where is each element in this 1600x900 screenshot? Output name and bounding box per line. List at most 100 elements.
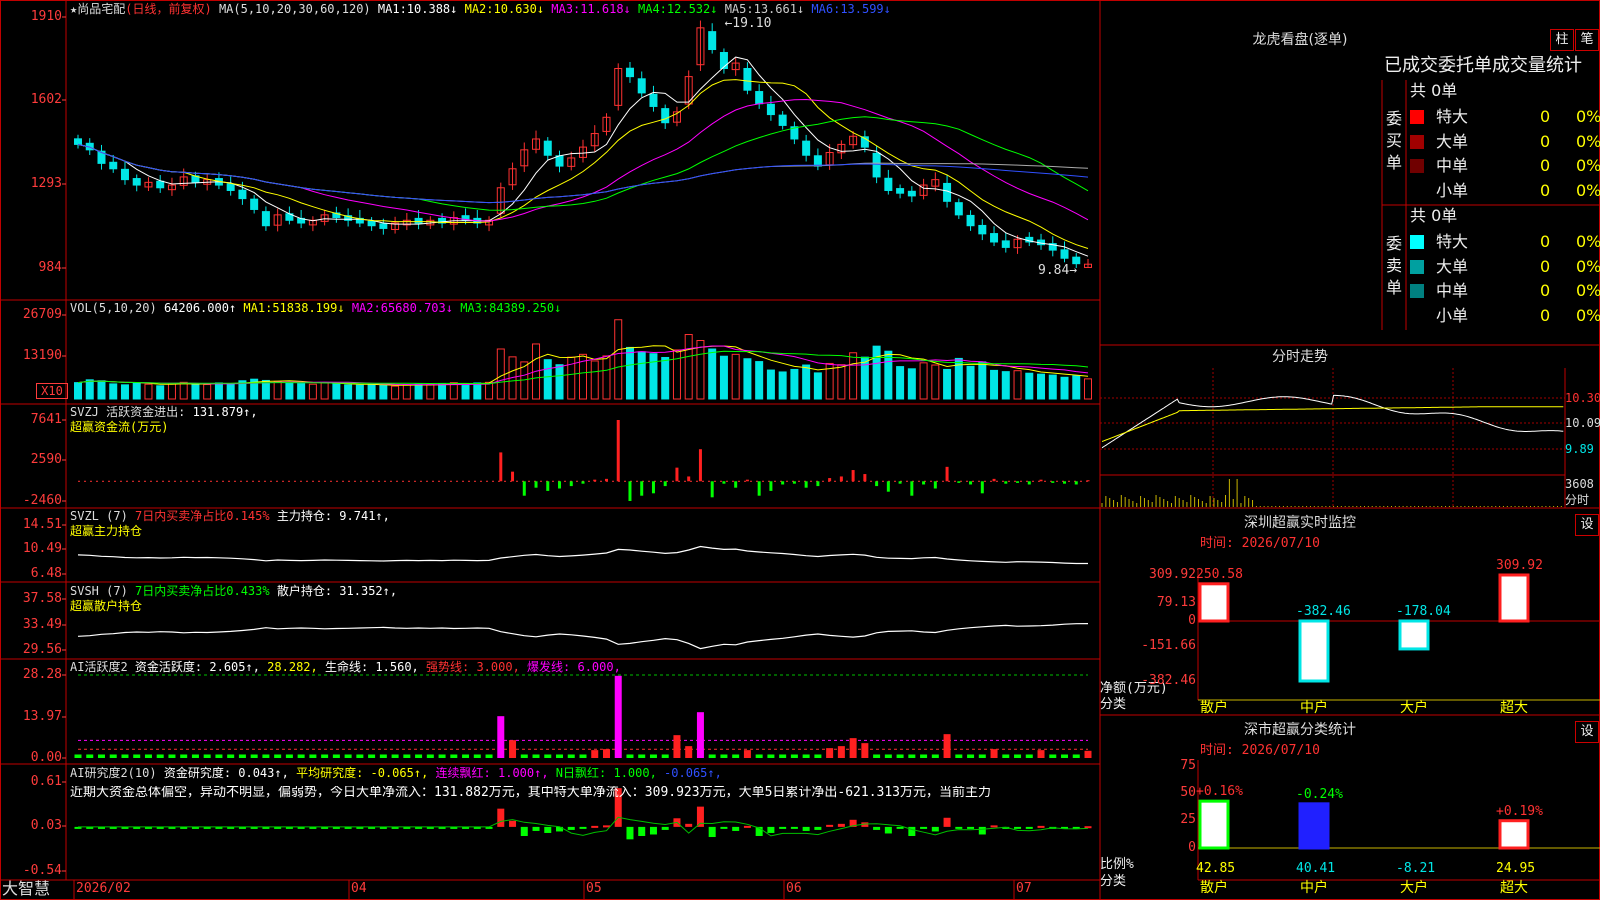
bar-view-button[interactable]: 柱 <box>1550 29 1574 51</box>
legend-swatch <box>1410 308 1424 323</box>
ai-active-bar <box>109 754 117 758</box>
ai-active-title: AI活跃度2 <box>70 660 128 674</box>
volume-bar <box>766 369 775 400</box>
ai-active-bar <box>250 754 258 758</box>
volume-bar <box>543 359 552 400</box>
intraday-price-tick: 9.89 <box>1565 442 1594 456</box>
candle-body <box>1060 249 1069 259</box>
tick-view-button[interactable]: 笔 <box>1575 29 1599 51</box>
volume-bar <box>625 346 634 400</box>
svzj-title: SVZJ 活跃资金进出: <box>70 405 186 419</box>
svzj-bar <box>663 481 667 487</box>
volume-bar <box>672 349 681 400</box>
sz-category-value: 40.41 <box>1296 861 1336 876</box>
sz-monitor-y-tick: -151.66 <box>1141 638 1196 653</box>
svzj-tick: 2590 <box>30 452 62 467</box>
ai-active-bar <box>415 754 423 758</box>
ai-active-bar <box>767 754 775 758</box>
volume-bar <box>308 383 317 400</box>
svsh-tick: 33.49 <box>22 617 62 632</box>
svzj-bar <box>581 481 585 484</box>
order-size-label: 中单 <box>1436 156 1469 175</box>
ai-active-item: 强势线: 3.000, <box>426 660 528 674</box>
volume-bar <box>273 380 282 400</box>
candle-body <box>109 161 118 170</box>
svzj-bar <box>910 481 914 496</box>
ai-active-bar <box>884 754 892 758</box>
intraday-vol-tick: 3608 <box>1565 477 1594 491</box>
ai-research-bar <box>920 826 928 829</box>
ai-active-bar <box>579 754 587 758</box>
ai-active-bar <box>673 735 681 758</box>
svzj-bar <box>1051 481 1055 483</box>
ai-research-tick: -0.54 <box>22 863 62 878</box>
ai-research-tick: 0.03 <box>30 818 62 833</box>
candle-body <box>766 103 775 116</box>
ai-active-header: AI活跃度2 资金活跃度: 2.605↑, 28.282, 生命线: 1.560… <box>70 660 621 674</box>
ma-label: MA5: <box>724 2 754 16</box>
candle-body <box>74 138 82 145</box>
sz-monitor-settings-button[interactable]: 设 <box>1575 514 1599 536</box>
ai-research-bar <box>509 820 517 827</box>
vol-ma-label: MA2: <box>351 301 381 315</box>
ai-active-bar <box>203 754 211 758</box>
volume-bar <box>813 372 822 400</box>
ai-active-bar <box>591 750 599 758</box>
order-pct: 0% <box>1576 107 1600 126</box>
vol-tick: 26709 <box>22 307 62 322</box>
ai-research-bar <box>826 824 834 827</box>
ai-research-bar <box>532 826 540 831</box>
sz-category-change: +0.16% <box>1196 784 1243 800</box>
candle-body <box>238 189 247 200</box>
ai-active-bar <box>462 754 470 758</box>
candle-body <box>1001 240 1010 248</box>
ai-active-bar <box>356 754 364 758</box>
svzj-bar <box>687 476 691 482</box>
svzj-bar <box>863 474 867 482</box>
ai-active-bar <box>755 754 763 758</box>
volume-bar <box>438 383 447 400</box>
ma-label: MA1: <box>377 2 407 16</box>
sz-category-settings-button[interactable]: 设 <box>1575 721 1599 743</box>
volume-bar <box>379 384 388 400</box>
sz-category-category: 散户 <box>1200 880 1228 896</box>
candle-body <box>637 78 646 94</box>
volume-bar <box>144 383 153 400</box>
svzj-bar <box>628 481 632 501</box>
ai-research-line <box>78 816 1089 837</box>
volume-bar <box>990 369 999 400</box>
sz-category-value: 42.85 <box>1196 861 1236 876</box>
svsh-holding: 散户持仓: 31.352↑, <box>276 584 398 598</box>
ai-research-bar <box>1084 826 1092 829</box>
candle-body <box>778 114 787 126</box>
volume-bar <box>1048 374 1057 400</box>
volume-bar <box>1025 372 1034 400</box>
candle-body <box>954 202 963 216</box>
volume-bar <box>743 358 752 400</box>
ai-active-bar <box>556 754 564 758</box>
svzj-bar <box>651 481 655 494</box>
order-count: 0 <box>1540 180 1551 200</box>
ai-active-bar <box>403 754 411 758</box>
volume-bar <box>320 382 329 400</box>
svsh-tick: 37.58 <box>22 591 62 606</box>
volume-bar <box>132 382 141 400</box>
ai-active-bar <box>779 754 787 758</box>
ai-active-bar <box>227 754 235 758</box>
volume-bar <box>837 364 846 400</box>
order-size-label: 大单 <box>1436 256 1469 276</box>
volume-bar <box>426 384 435 400</box>
ai-active-bar <box>1072 754 1080 758</box>
svsh-subtitle: 超赢散户持仓 <box>70 599 143 613</box>
svzj-bar <box>1086 480 1090 482</box>
volume-bar <box>332 383 341 400</box>
ai-active-bar <box>86 754 94 758</box>
vol-ma-value: 84389.250↓ <box>489 301 562 315</box>
order-size-label: 小单 <box>1436 180 1469 200</box>
ai-research-bar <box>626 826 634 840</box>
legend-swatch <box>1410 159 1424 173</box>
stock-chart: ←19.10 9.84→ <box>0 0 1600 900</box>
ai-active-bar <box>567 754 575 758</box>
ai-research-bar <box>732 826 740 831</box>
vol-header: VOL(5,10,20) 64206.000↑ MA1:51838.199↓ M… <box>70 301 561 315</box>
